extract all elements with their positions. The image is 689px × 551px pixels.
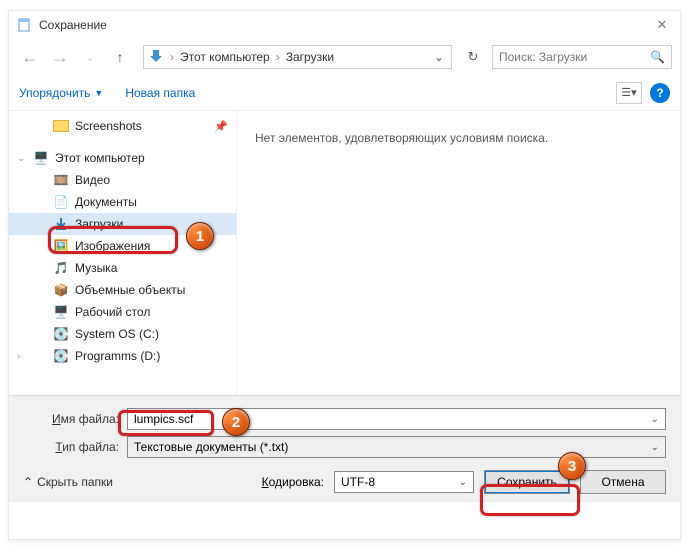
chevron-right-icon: › — [17, 351, 20, 362]
chevron-right-icon: › — [276, 50, 280, 64]
button-row: ⌃ Скрыть папки Кодировка: UTF-8 ⌄ Сохран… — [23, 470, 666, 494]
refresh-button[interactable]: ↻ — [462, 46, 484, 68]
tree-item-3d[interactable]: 📦 Объемные объекты — [9, 279, 236, 301]
drive-icon: 💽 — [53, 349, 69, 363]
drive-icon: 💽 — [53, 327, 69, 341]
down-arrow-icon — [148, 48, 164, 67]
folder-tree: Screenshots 📌 ⌄ 🖥️ Этот компьютер 🎞️ Вид… — [9, 111, 237, 395]
video-icon: 🎞️ — [53, 173, 69, 187]
search-placeholder: Поиск: Загрузки — [499, 50, 587, 64]
tree-item-pictures[interactable]: 🖼️ Изображения — [9, 235, 236, 257]
documents-icon: 📄 — [53, 195, 69, 209]
organize-button[interactable]: Упорядочить ▼ — [19, 86, 103, 100]
chevron-down-icon[interactable]: ⌄ — [645, 442, 659, 453]
back-button[interactable]: ← — [17, 44, 43, 70]
tree-item-screenshots[interactable]: Screenshots 📌 — [9, 115, 236, 137]
address-bar[interactable]: › Этот компьютер › Загрузки ⌄ — [143, 45, 452, 69]
toolbar: Упорядочить ▼ Новая папка ☰▾ ? — [9, 75, 680, 111]
dialog-footer: Имя файла: lumpics.scf ⌄ Тип файла: Текс… — [9, 395, 680, 502]
chevron-down-icon[interactable]: ⌄ — [459, 477, 467, 488]
empty-message: Нет элементов, удовлетворяющих условиям … — [255, 131, 548, 145]
filetype-label: Тип файла: — [23, 440, 119, 454]
forward-button[interactable]: → — [47, 44, 73, 70]
music-icon: 🎵 — [53, 261, 69, 275]
address-dropdown[interactable]: ⌄ — [431, 50, 447, 64]
desktop-icon: 🖥️ — [53, 305, 69, 319]
titlebar: Сохранение ✕ — [9, 11, 680, 39]
encoding-label: Кодировка: — [262, 475, 324, 489]
window-title: Сохранение — [39, 18, 107, 32]
nav-row: ← → ⌄ ↑ › Этот компьютер › Загрузки ⌄ ↻ … — [9, 39, 680, 75]
dialog-body: Screenshots 📌 ⌄ 🖥️ Этот компьютер 🎞️ Вид… — [9, 111, 680, 395]
filename-row: Имя файла: lumpics.scf ⌄ — [23, 408, 666, 430]
notepad-icon — [17, 17, 33, 33]
help-button[interactable]: ? — [650, 83, 670, 103]
encoding-select[interactable]: UTF-8 ⌄ — [334, 471, 474, 493]
filename-label: Имя файла: — [23, 412, 119, 426]
objects3d-icon: 📦 — [53, 283, 69, 297]
new-folder-button[interactable]: Новая папка — [125, 86, 195, 100]
path-root[interactable]: Этот компьютер — [180, 50, 270, 64]
search-input[interactable]: Поиск: Загрузки 🔍 — [492, 45, 672, 69]
cancel-button[interactable]: Отмена — [580, 470, 666, 494]
tree-item-desktop[interactable]: 🖥️ Рабочий стол — [9, 301, 236, 323]
hide-folders-toggle[interactable]: ⌃ Скрыть папки — [23, 475, 113, 489]
view-options-button[interactable]: ☰▾ — [616, 82, 642, 104]
pc-icon: 🖥️ — [33, 151, 49, 165]
pin-icon: 📌 — [214, 120, 228, 133]
pictures-icon: 🖼️ — [53, 239, 69, 253]
chevron-down-icon[interactable]: ⌄ — [645, 414, 659, 425]
tree-item-programms[interactable]: › 💽 Programms (D:) — [9, 345, 236, 367]
filetype-row: Тип файла: Текстовые документы (*.txt) ⌄ — [23, 436, 666, 458]
tree-item-video[interactable]: 🎞️ Видео — [9, 169, 236, 191]
chevron-up-icon: ⌃ — [23, 475, 33, 489]
file-list-area: Нет элементов, удовлетворяющих условиям … — [237, 111, 680, 395]
recent-dropdown[interactable]: ⌄ — [77, 44, 103, 70]
filetype-select[interactable]: Текстовые документы (*.txt) ⌄ — [127, 436, 666, 458]
search-icon: 🔍 — [650, 50, 665, 64]
save-button[interactable]: Сохранить — [484, 470, 570, 494]
chevron-right-icon: › — [170, 50, 174, 64]
tree-item-this-pc[interactable]: ⌄ 🖥️ Этот компьютер — [9, 147, 236, 169]
folder-icon — [53, 120, 69, 132]
up-button[interactable]: ↑ — [107, 44, 133, 70]
tree-item-downloads[interactable]: Загрузки — [9, 213, 236, 235]
download-icon — [53, 217, 69, 231]
chevron-down-icon: ▼ — [94, 88, 103, 98]
tree-item-documents[interactable]: 📄 Документы — [9, 191, 236, 213]
save-dialog: Сохранение ✕ ← → ⌄ ↑ › Этот компьютер › … — [8, 10, 681, 540]
close-button[interactable]: ✕ — [652, 15, 672, 35]
filename-input[interactable]: lumpics.scf ⌄ — [127, 408, 666, 430]
path-current[interactable]: Загрузки — [286, 50, 334, 64]
tree-item-music[interactable]: 🎵 Музыка — [9, 257, 236, 279]
chevron-down-icon: ⌄ — [17, 153, 25, 164]
tree-item-system-os[interactable]: 💽 System OS (C:) — [9, 323, 236, 345]
